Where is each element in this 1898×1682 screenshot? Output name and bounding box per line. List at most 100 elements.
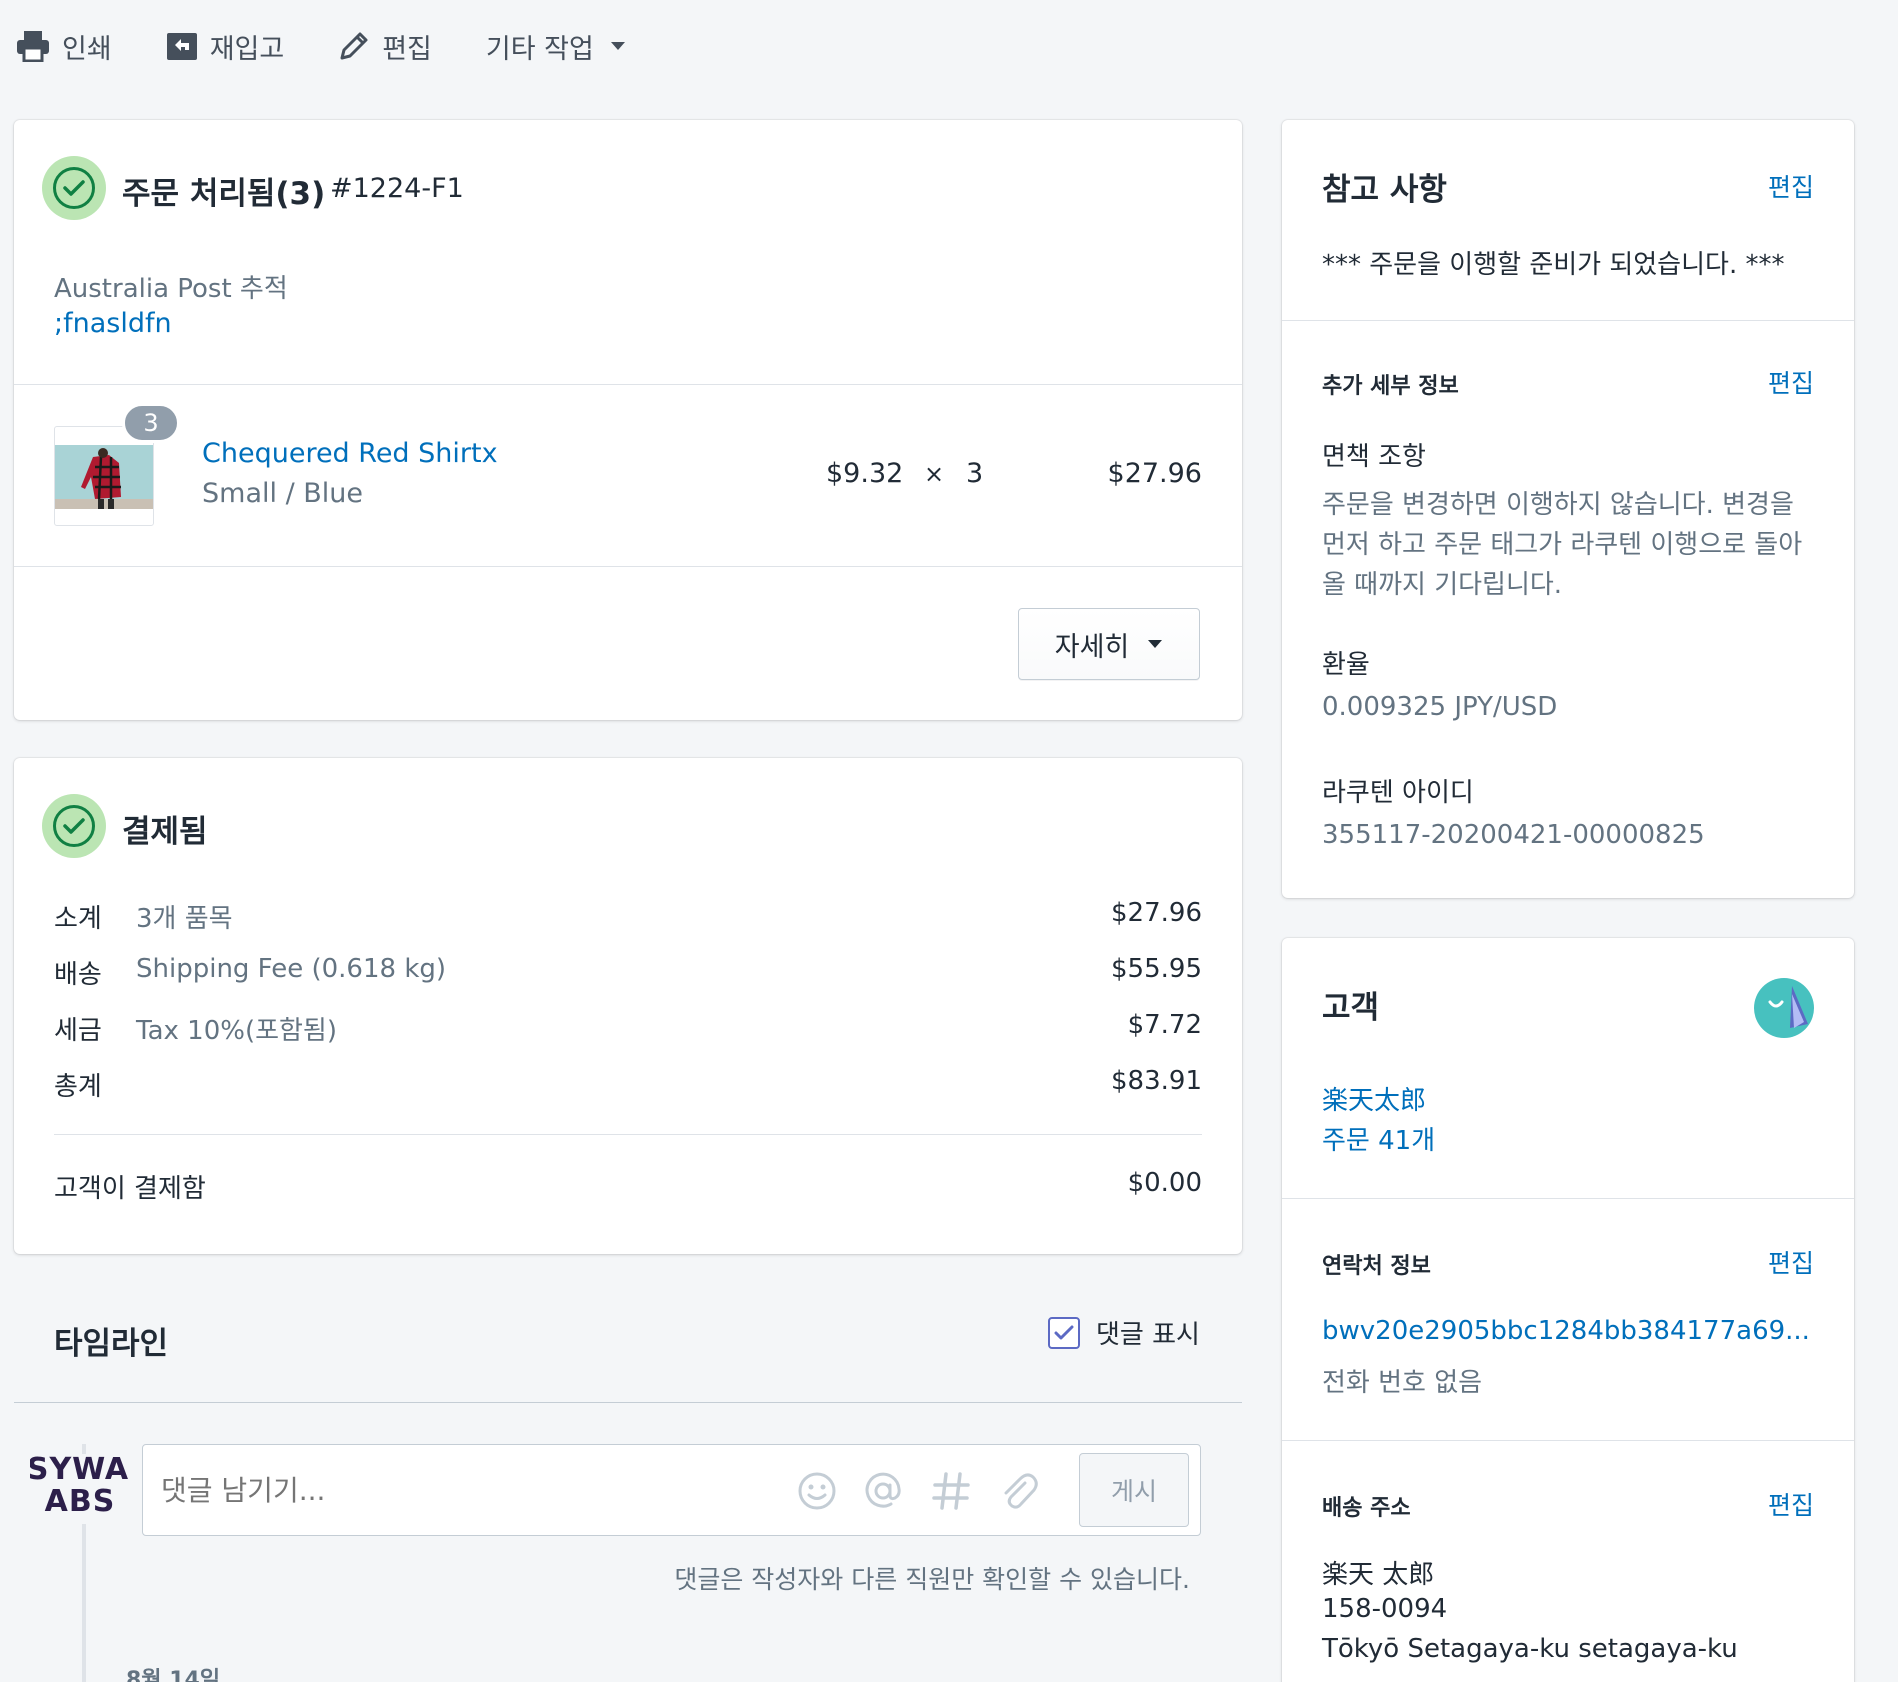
- print-button[interactable]: 인쇄: [16, 27, 112, 66]
- checkbox[interactable]: [1048, 1316, 1080, 1349]
- product-name-link[interactable]: Chequered Red Shirtx: [202, 438, 498, 469]
- customer-card: 고객 楽天太郎 주문 41개 연락처 정보 편집 bwv20e2905bbc12…: [1282, 938, 1854, 1682]
- avatar-text-line2: ABS: [44, 1484, 116, 1519]
- product-variant: Small / Blue: [202, 478, 363, 509]
- restock-label: 재입고: [209, 33, 285, 65]
- paid-status-icon: [42, 794, 106, 858]
- restock-button[interactable]: 재입고: [166, 27, 285, 66]
- caret-down-icon: [610, 42, 625, 50]
- subtotal-value: $27.96: [1111, 898, 1202, 928]
- tax-label: 세금: [54, 1016, 102, 1046]
- subtotal-label: 소계: [54, 904, 102, 934]
- comment-input[interactable]: [161, 1461, 761, 1519]
- paid-by-customer-label: 고객이 결제함: [54, 1174, 206, 1204]
- printer-icon: [17, 31, 49, 62]
- tracking-number-link[interactable]: ;fnasldfn: [54, 308, 172, 339]
- shipping-address-edit-link[interactable]: 편집: [1768, 1486, 1814, 1522]
- user-avatar: SYWA ABS: [30, 1454, 140, 1524]
- action-toolbar: 인쇄 재입고 편집 기타 작업: [16, 22, 680, 70]
- multiply-sign: ×: [924, 460, 945, 488]
- fulfillment-card: 주문 처리됨(3) #1224-F1 Australia Post 추적 ;fn…: [14, 120, 1242, 720]
- address-line-1: 楽天 太郎: [1322, 1560, 1435, 1590]
- post-comment-button[interactable]: 게시: [1079, 1453, 1189, 1527]
- additional-details-edit-link[interactable]: 편집: [1768, 364, 1814, 400]
- address-line-2: 158-0094: [1322, 1594, 1448, 1624]
- divider: [14, 566, 1242, 567]
- comment-box: 게시: [142, 1444, 1201, 1536]
- print-label: 인쇄: [62, 33, 112, 65]
- avatar-text-line1: SYWA: [30, 1454, 130, 1487]
- fulfillment-order-id: #1224-F1: [330, 173, 464, 204]
- customer-name-link[interactable]: 楽天太郎: [1322, 1080, 1426, 1117]
- divider: [1282, 320, 1854, 321]
- notes-edit-link[interactable]: 편집: [1768, 168, 1814, 204]
- divider: [54, 1134, 1202, 1135]
- subtotal-desc: 3개 품목: [136, 904, 233, 934]
- customer-avatar: [1754, 978, 1814, 1038]
- mention-icon[interactable]: [863, 1471, 903, 1511]
- rakuten-id-label: 라쿠텐 아이디: [1322, 778, 1474, 808]
- notes-title: 참고 사항: [1322, 172, 1447, 208]
- payment-card: 결제됨 소계 3개 품목 $27.96 배송 Shipping Fee (0.6…: [14, 758, 1242, 1254]
- tracking-label: Australia Post 추적: [54, 274, 288, 304]
- tax-desc: Tax 10%(포함됨): [136, 1016, 337, 1046]
- notes-text: *** 주문을 이행할 준비가 되었습니다. ***: [1322, 250, 1785, 280]
- order-page: 인쇄 재입고 편집 기타 작업 주문 처리됨(3) #1224-F1 Austr…: [0, 0, 1898, 1682]
- pencil-icon: [340, 32, 368, 60]
- exchange-rate-label: 환율: [1322, 650, 1370, 680]
- avatar-icon: [1768, 986, 1808, 1028]
- unit-price: $9.32: [826, 458, 904, 489]
- shipping-value: $55.95: [1111, 954, 1202, 984]
- timeline-title: 타임라인: [54, 1326, 169, 1362]
- timeline-date: 8월 14일: [126, 1668, 221, 1682]
- contact-info-title: 연락처 정보: [1322, 1254, 1431, 1279]
- check-icon: [1054, 1325, 1074, 1339]
- customer-title: 고객: [1322, 990, 1380, 1026]
- tax-value: $7.72: [1127, 1010, 1202, 1040]
- quantity-badge: 3: [122, 403, 180, 443]
- edit-button[interactable]: 편집: [338, 27, 432, 66]
- shipping-desc: Shipping Fee (0.618 kg): [136, 954, 447, 984]
- attachment-icon[interactable]: [999, 1471, 1039, 1511]
- details-dropdown-button[interactable]: 자세히: [1018, 608, 1200, 680]
- divider: [1282, 1198, 1854, 1199]
- show-comments-label: 댓글 표시: [1096, 1320, 1200, 1350]
- customer-email-link[interactable]: bwv20e2905bbc1284bb384177a69...: [1322, 1316, 1810, 1346]
- customer-orders-link[interactable]: 주문 41개: [1322, 1120, 1435, 1157]
- item-quantity: 3: [966, 458, 984, 489]
- customer-phone: 전화 번호 없음: [1322, 1368, 1483, 1398]
- total-label: 총계: [54, 1072, 102, 1102]
- disclaimer-label: 면책 조항: [1322, 442, 1426, 472]
- shipping-address-title: 배송 주소: [1322, 1496, 1411, 1521]
- paid-by-customer-value: $0.00: [1127, 1168, 1202, 1198]
- divider: [1282, 1440, 1854, 1441]
- total-value: $83.91: [1111, 1066, 1202, 1096]
- payment-title: 결제됨: [122, 814, 208, 850]
- restock-icon: [166, 33, 197, 60]
- disclaimer-line-3: 올 때까지 기다립니다.: [1322, 570, 1563, 600]
- address-line-3: Tōkyō Setagaya-ku setagaya-ku: [1322, 1634, 1738, 1664]
- disclaimer-line-2: 먼저 하고 주문 태그가 라쿠텐 이행으로 돌아: [1322, 530, 1803, 560]
- additional-details-title: 추가 세부 정보: [1322, 374, 1459, 399]
- notes-card: 참고 사항 편집 *** 주문을 이행할 준비가 되었습니다. *** 추가 세…: [1282, 120, 1854, 898]
- details-label: 자세히: [1054, 631, 1130, 663]
- fulfilled-status-icon: [42, 156, 106, 220]
- disclaimer-line-1: 주문을 변경하면 이행하지 않습니다. 변경을: [1322, 490, 1794, 520]
- post-label: 게시: [1110, 1477, 1157, 1506]
- exchange-rate-value: 0.009325 JPY/USD: [1322, 692, 1558, 722]
- divider: [14, 384, 1242, 385]
- contact-info-edit-link[interactable]: 편집: [1768, 1244, 1814, 1280]
- edit-label: 편집: [382, 33, 432, 65]
- line-total: $27.96: [1107, 458, 1202, 489]
- show-comments-toggle[interactable]: 댓글 표시: [1048, 1314, 1200, 1351]
- fulfillment-title: 주문 처리됨(3): [122, 176, 326, 212]
- more-actions-dropdown[interactable]: 기타 작업: [486, 27, 626, 66]
- divider: [14, 1402, 1242, 1403]
- caret-down-icon: [1148, 640, 1163, 648]
- rakuten-id-value: 355117-20200421-00000825: [1322, 820, 1705, 850]
- comment-visibility-note: 댓글은 작성자와 다른 직원만 확인할 수 있습니다.: [674, 1565, 1190, 1594]
- emoji-icon[interactable]: [797, 1471, 837, 1511]
- hashtag-icon[interactable]: [931, 1471, 971, 1511]
- more-actions-label: 기타 작업: [485, 33, 594, 65]
- shipping-label: 배송: [54, 960, 102, 990]
